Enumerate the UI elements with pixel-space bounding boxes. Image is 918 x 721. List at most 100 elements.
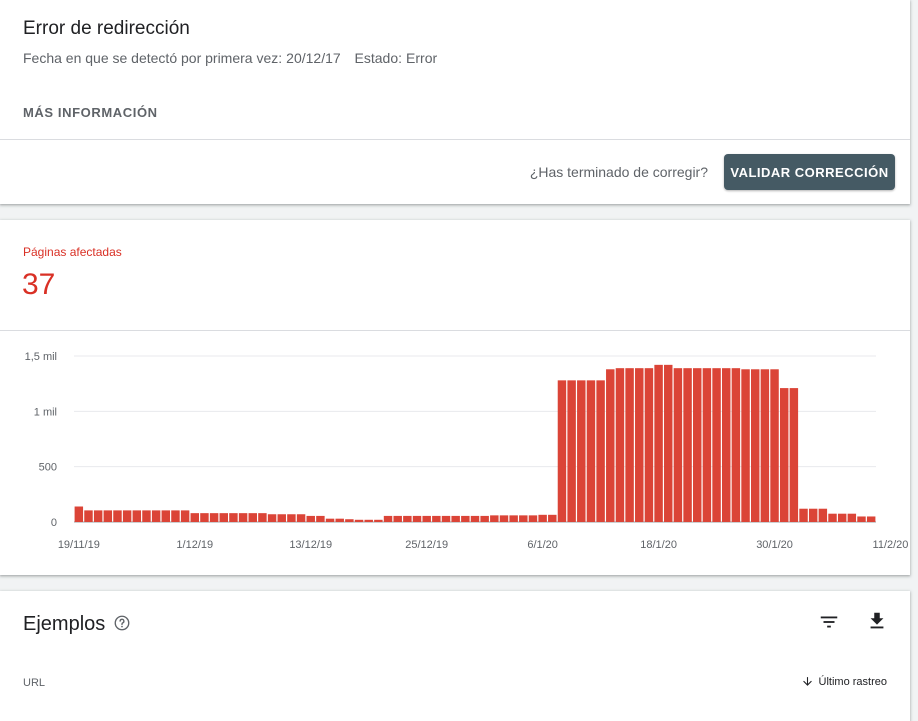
chart-bar[interactable] bbox=[122, 510, 132, 522]
chart-bar[interactable] bbox=[432, 515, 441, 522]
chart-bar[interactable] bbox=[586, 380, 596, 522]
chart-bar[interactable] bbox=[306, 515, 315, 522]
chart-bar[interactable] bbox=[345, 519, 354, 522]
chart-bar[interactable] bbox=[287, 514, 296, 522]
chart-bar[interactable] bbox=[277, 514, 286, 522]
download-icon[interactable] bbox=[866, 610, 888, 632]
chart-bar[interactable] bbox=[403, 515, 412, 522]
sort-arrow-down-icon bbox=[802, 677, 812, 686]
chart-bar[interactable] bbox=[808, 508, 818, 522]
chart-bar[interactable] bbox=[248, 513, 257, 522]
chart-bar[interactable] bbox=[866, 516, 876, 522]
chart-bar[interactable] bbox=[267, 514, 277, 522]
chart-bar[interactable] bbox=[577, 380, 586, 522]
chart-bar[interactable] bbox=[567, 380, 576, 522]
chart-bar[interactable] bbox=[393, 515, 402, 522]
chart-bar[interactable] bbox=[364, 519, 373, 522]
chart-bar[interactable] bbox=[673, 368, 683, 522]
chart-bar[interactable] bbox=[316, 515, 325, 522]
chart-bar[interactable] bbox=[383, 515, 393, 522]
chart-bar[interactable] bbox=[664, 364, 673, 522]
chart-bar[interactable] bbox=[374, 519, 383, 522]
chart-bar[interactable] bbox=[770, 369, 779, 522]
chart-bar[interactable] bbox=[180, 510, 190, 522]
chart-bar[interactable] bbox=[93, 510, 103, 522]
chart-bar[interactable] bbox=[702, 368, 712, 522]
column-header-url[interactable]: URL bbox=[23, 677, 45, 689]
chart-bar[interactable] bbox=[625, 368, 634, 522]
chart-bar[interactable] bbox=[557, 380, 567, 522]
chart-bar[interactable] bbox=[548, 514, 557, 522]
chart-bar[interactable] bbox=[528, 515, 538, 522]
examples-title: Ejemplos bbox=[23, 613, 106, 635]
chart-bar[interactable] bbox=[132, 510, 142, 522]
chart-bar[interactable] bbox=[828, 513, 837, 522]
chart-bar[interactable] bbox=[354, 519, 364, 522]
affected-pages-chart: 0 500 1 mil 1,5 mil 19/11/19 1/12/19 13/12/19 2… bbox=[25, 351, 909, 551]
chart-bar[interactable] bbox=[818, 508, 828, 522]
chart-bar[interactable] bbox=[509, 515, 518, 522]
validate-fix-button[interactable]: VALIDAR CORRECCIÓN bbox=[724, 154, 895, 190]
chart-bar[interactable] bbox=[750, 369, 760, 522]
chart-bar[interactable] bbox=[857, 516, 866, 522]
chart-bar[interactable] bbox=[519, 515, 528, 522]
chart-bar[interactable] bbox=[219, 513, 228, 522]
chart-bar[interactable] bbox=[451, 515, 460, 522]
chart-bar[interactable] bbox=[722, 368, 731, 522]
x-tick-label: 19/11/19 bbox=[58, 539, 100, 551]
chart-bar[interactable] bbox=[683, 368, 692, 522]
status-value: Error bbox=[406, 50, 438, 66]
chart-bar[interactable] bbox=[171, 510, 180, 522]
chart-bar[interactable] bbox=[490, 515, 499, 522]
chart-bar[interactable] bbox=[635, 368, 644, 522]
chart-bar[interactable] bbox=[74, 506, 84, 522]
chart-bar[interactable] bbox=[296, 514, 306, 522]
chart-bar[interactable] bbox=[741, 369, 750, 522]
chart-bar[interactable] bbox=[499, 515, 509, 522]
help-icon[interactable] bbox=[113, 614, 131, 632]
x-tick-label: 18/1/20 bbox=[640, 539, 677, 551]
chart-bar[interactable] bbox=[693, 368, 702, 522]
chart-bar[interactable] bbox=[84, 510, 93, 522]
chart-bar[interactable] bbox=[209, 513, 219, 522]
more-info-link[interactable]: MÁS INFORMACIÓN bbox=[23, 105, 158, 120]
last-crawl-label: Último rastreo bbox=[818, 675, 887, 688]
y-tick-label: 0 bbox=[51, 517, 57, 529]
column-header-last-crawl[interactable]: Último rastreo bbox=[801, 675, 887, 688]
chart-bar[interactable] bbox=[113, 510, 122, 522]
y-tick-label: 1,5 mil bbox=[25, 351, 57, 363]
chart-bar[interactable] bbox=[847, 513, 857, 522]
chart-bar[interactable] bbox=[461, 515, 470, 522]
chart-bar[interactable] bbox=[712, 368, 721, 522]
chart-bar[interactable] bbox=[142, 510, 151, 522]
first-detected: Fecha en que se detectó por primera vez:… bbox=[23, 50, 341, 66]
chart-bar[interactable] bbox=[596, 380, 605, 522]
filter-icon[interactable] bbox=[818, 611, 840, 633]
chart-bar[interactable] bbox=[238, 513, 248, 522]
chart-bar[interactable] bbox=[779, 388, 789, 522]
chart-bar[interactable] bbox=[837, 513, 847, 522]
chart-bar[interactable] bbox=[644, 368, 654, 522]
chart-bar[interactable] bbox=[654, 364, 663, 522]
chart-bar[interactable] bbox=[335, 518, 344, 522]
chart-bar[interactable] bbox=[760, 369, 770, 522]
chart-bar[interactable] bbox=[799, 508, 808, 522]
chart-bar[interactable] bbox=[422, 515, 431, 522]
chart-bar[interactable] bbox=[161, 510, 171, 522]
chart-bar[interactable] bbox=[731, 368, 741, 522]
chart-bar[interactable] bbox=[441, 515, 451, 522]
chart-bar[interactable] bbox=[325, 518, 335, 522]
chart-bar[interactable] bbox=[615, 368, 625, 522]
chart-bar[interactable] bbox=[789, 388, 799, 522]
chart-bar[interactable] bbox=[480, 515, 489, 522]
chart-bar[interactable] bbox=[151, 510, 161, 522]
chart-bar[interactable] bbox=[229, 513, 238, 522]
chart-bar[interactable] bbox=[538, 514, 547, 522]
chart-bar[interactable] bbox=[103, 510, 113, 522]
chart-bar[interactable] bbox=[470, 515, 480, 522]
chart-bar[interactable] bbox=[412, 515, 422, 522]
chart-bar[interactable] bbox=[190, 513, 200, 522]
chart-bar[interactable] bbox=[258, 513, 267, 522]
chart-bar[interactable] bbox=[606, 369, 615, 522]
chart-bar[interactable] bbox=[200, 513, 209, 522]
